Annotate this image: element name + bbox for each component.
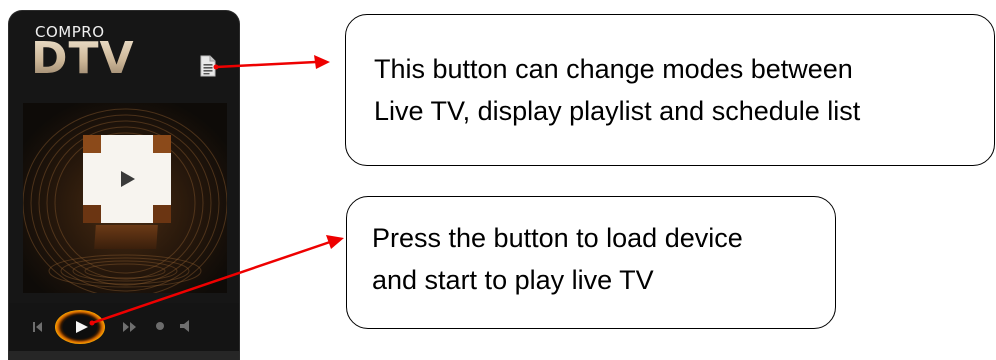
cube-shadow — [94, 225, 158, 249]
speaker-icon — [180, 320, 189, 332]
skip-previous-icon — [33, 322, 42, 332]
dtv-player-panel: COMPRO DTV — [8, 10, 240, 360]
callout-mode-button: This button can change modes between Liv… — [345, 14, 995, 166]
play-icon — [83, 135, 171, 223]
volume-button[interactable] — [179, 319, 195, 333]
callout-2-line-2: and start to play live TV — [372, 265, 654, 295]
video-preview-area — [23, 103, 227, 293]
mode-switch-button[interactable] — [199, 55, 217, 77]
play-button[interactable] — [55, 310, 105, 344]
center-play-button[interactable] — [81, 133, 173, 225]
document-icon — [200, 55, 216, 77]
arrow-head-2 — [326, 235, 344, 249]
callout-1-line-2: Live TV, display playlist and schedule l… — [374, 96, 861, 126]
callout-2-line-1: Press the button to load device — [372, 223, 743, 253]
record-button[interactable] — [156, 322, 164, 330]
brand-logo: DTV — [31, 33, 135, 84]
control-bar — [9, 303, 239, 351]
arrow-head-1 — [314, 55, 330, 69]
fast-forward-icon — [123, 322, 136, 332]
play-icon — [76, 321, 88, 333]
fast-forward-button[interactable] — [122, 320, 138, 332]
callout-1-line-1: This button can change modes between — [374, 54, 853, 84]
previous-button[interactable] — [33, 320, 43, 332]
callout-play-button: Press the button to load device and star… — [346, 196, 836, 329]
